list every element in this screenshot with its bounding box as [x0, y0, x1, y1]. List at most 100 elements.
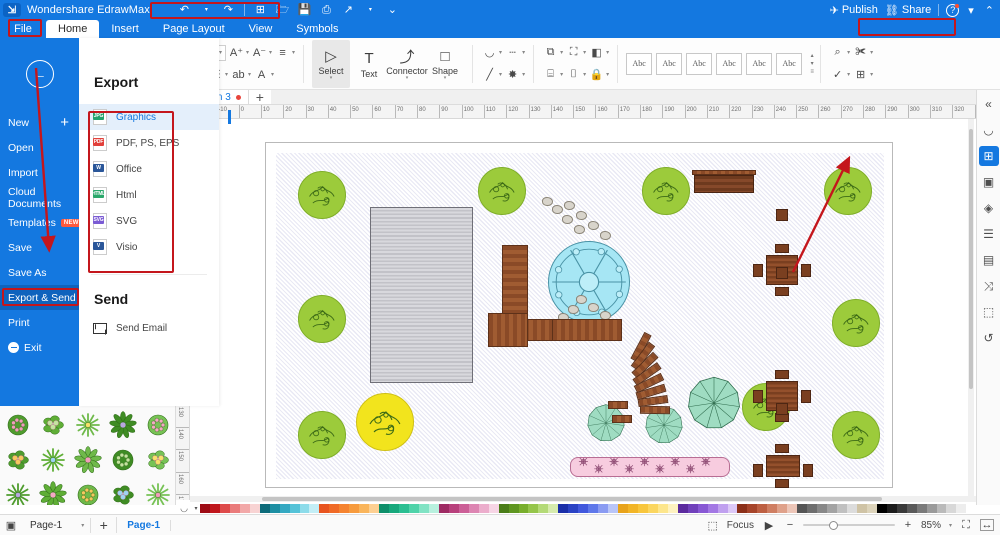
patio-chair[interactable]	[801, 390, 811, 403]
color-swatch-6[interactable]	[249, 504, 260, 513]
color-swatch-10[interactable]	[289, 504, 300, 513]
connector-tool[interactable]: ⤴ Connector ▾	[386, 40, 428, 88]
back-button[interactable]: ←	[25, 60, 54, 88]
color-swatch-38[interactable]	[568, 504, 579, 513]
color-swatch-32[interactable]	[508, 504, 519, 513]
style-gallery-item-6[interactable]: Abc	[776, 52, 803, 75]
color-swatch-45[interactable]	[637, 504, 648, 513]
color-swatch-68[interactable]	[866, 504, 877, 513]
history-icon[interactable]: ↺	[979, 328, 999, 348]
line-color-icon[interactable]: ╱	[481, 66, 498, 84]
color-swatch-27[interactable]	[458, 504, 469, 513]
distribute-icon[interactable]: ⌷	[565, 66, 582, 84]
stepping-stone[interactable]	[574, 225, 585, 234]
presentation-icon[interactable]: ⬚	[979, 302, 999, 322]
planter-block[interactable]	[776, 209, 788, 221]
patio-chair[interactable]	[753, 390, 763, 403]
color-swatch-31[interactable]	[498, 504, 509, 513]
color-swatch-17[interactable]	[359, 504, 370, 513]
symbol-item[interactable]	[105, 407, 140, 442]
style-gallery-item-3[interactable]: Abc	[686, 52, 713, 75]
fullscreen-button[interactable]: ⛶	[959, 519, 973, 532]
crop-icon[interactable]: ✀	[852, 44, 869, 62]
color-swatch-23[interactable]	[418, 504, 429, 513]
zoom-out-button[interactable]: −	[784, 519, 796, 531]
color-swatch-37[interactable]	[558, 504, 569, 513]
deck-step[interactable]	[488, 313, 528, 347]
stepping-stone[interactable]	[600, 231, 611, 240]
garden-tree[interactable]	[642, 167, 690, 215]
zoom-slider[interactable]	[802, 520, 895, 530]
connector-tool-caret-icon[interactable]: ▾	[406, 76, 409, 81]
focus-label[interactable]: Focus	[727, 520, 754, 531]
color-swatch-76[interactable]	[946, 504, 957, 513]
palette-picker-icon[interactable]: ◡	[176, 503, 192, 514]
symbol-item[interactable]	[140, 407, 175, 442]
page-tab-page-1[interactable]: Page-1	[117, 519, 172, 531]
patio-chair[interactable]	[775, 479, 789, 488]
canvas-vertical-scrollbar[interactable]	[968, 119, 974, 500]
export-item-pdf-ps-eps[interactable]: PDF PDF, PS, EPS	[79, 130, 219, 156]
page-select-dropdown[interactable]: Page-1 ▾	[24, 517, 92, 533]
color-swatch-11[interactable]	[299, 504, 310, 513]
color-swatch-34[interactable]	[528, 504, 539, 513]
patio-chair[interactable]	[775, 244, 789, 253]
color-swatch-44[interactable]	[627, 504, 638, 513]
color-swatch-30[interactable]	[488, 504, 499, 513]
patio-chair[interactable]	[801, 264, 811, 277]
new-document-plus-icon[interactable]: +	[60, 115, 69, 130]
color-swatch-15[interactable]	[339, 504, 350, 513]
color-swatch-43[interactable]	[618, 504, 628, 513]
symbol-item[interactable]	[70, 442, 105, 477]
stepping-stone[interactable]	[588, 303, 599, 312]
drawing-page[interactable]	[265, 142, 893, 488]
color-swatch-8[interactable]	[269, 504, 280, 513]
color-swatch-12[interactable]	[309, 504, 320, 513]
gallery-scroll-up[interactable]: ▴	[808, 53, 816, 59]
undo-icon[interactable]: ↶	[178, 4, 191, 17]
backstage-item-print[interactable]: Print	[0, 310, 79, 335]
color-swatch-67[interactable]	[856, 504, 867, 513]
align-text-icon[interactable]: ≡	[274, 44, 291, 62]
color-swatch-47[interactable]	[657, 504, 668, 513]
color-swatch-26[interactable]	[448, 504, 459, 513]
color-swatch-4[interactable]	[229, 504, 240, 513]
collapse-ribbon-icon[interactable]: ⌃	[983, 4, 996, 17]
color-swatch-71[interactable]	[896, 504, 907, 513]
patio-table[interactable]	[766, 455, 800, 477]
ribbon-tab-page-layout[interactable]: Page Layout	[151, 20, 237, 38]
color-swatch-50[interactable]	[687, 504, 698, 513]
gallery-scroll-more[interactable]: ≡	[808, 69, 816, 75]
open-folder-icon[interactable]: 🗁	[276, 4, 290, 17]
add-page-button[interactable]: +	[91, 517, 118, 533]
symbol-item[interactable]	[140, 442, 175, 477]
shape-tool[interactable]: □ Shape ▾	[426, 40, 464, 88]
color-swatch-25[interactable]	[438, 504, 449, 513]
color-swatch-63[interactable]	[817, 504, 828, 513]
collapse-panel-icon[interactable]: «	[979, 94, 999, 114]
wooden-deck[interactable]	[370, 207, 473, 383]
backstage-item-open[interactable]: Open	[0, 135, 79, 160]
color-swatch-28[interactable]	[468, 504, 479, 513]
backstage-item-save-as[interactable]: Save As	[0, 260, 79, 285]
style-gallery-item-1[interactable]: Abc	[626, 52, 653, 75]
export-caret-icon[interactable]: ▾	[364, 4, 377, 17]
symbol-item[interactable]	[0, 407, 35, 442]
share-button[interactable]: ⛓ Share	[885, 4, 931, 17]
color-swatch-55[interactable]	[737, 504, 748, 513]
color-swatch-69[interactable]	[876, 504, 887, 513]
redo-icon[interactable]: ↷	[222, 4, 235, 17]
color-swatch-46[interactable]	[647, 504, 658, 513]
patio-chair[interactable]	[775, 287, 789, 296]
shuffle-icon[interactable]: ⤨	[979, 276, 999, 296]
new-file-icon[interactable]: ⊞	[254, 4, 267, 17]
fill-color-icon[interactable]: ◡	[481, 44, 498, 62]
send-email-item[interactable]: Send Email	[79, 315, 219, 341]
stepping-stone[interactable]	[564, 201, 575, 210]
shape-tool-caret-icon[interactable]: ▾	[444, 76, 447, 81]
color-swatch-54[interactable]	[727, 504, 738, 513]
patio-chair[interactable]	[753, 464, 763, 477]
symbol-item[interactable]	[0, 477, 35, 505]
color-swatch-13[interactable]	[319, 504, 330, 513]
stepping-stone[interactable]	[588, 221, 599, 230]
